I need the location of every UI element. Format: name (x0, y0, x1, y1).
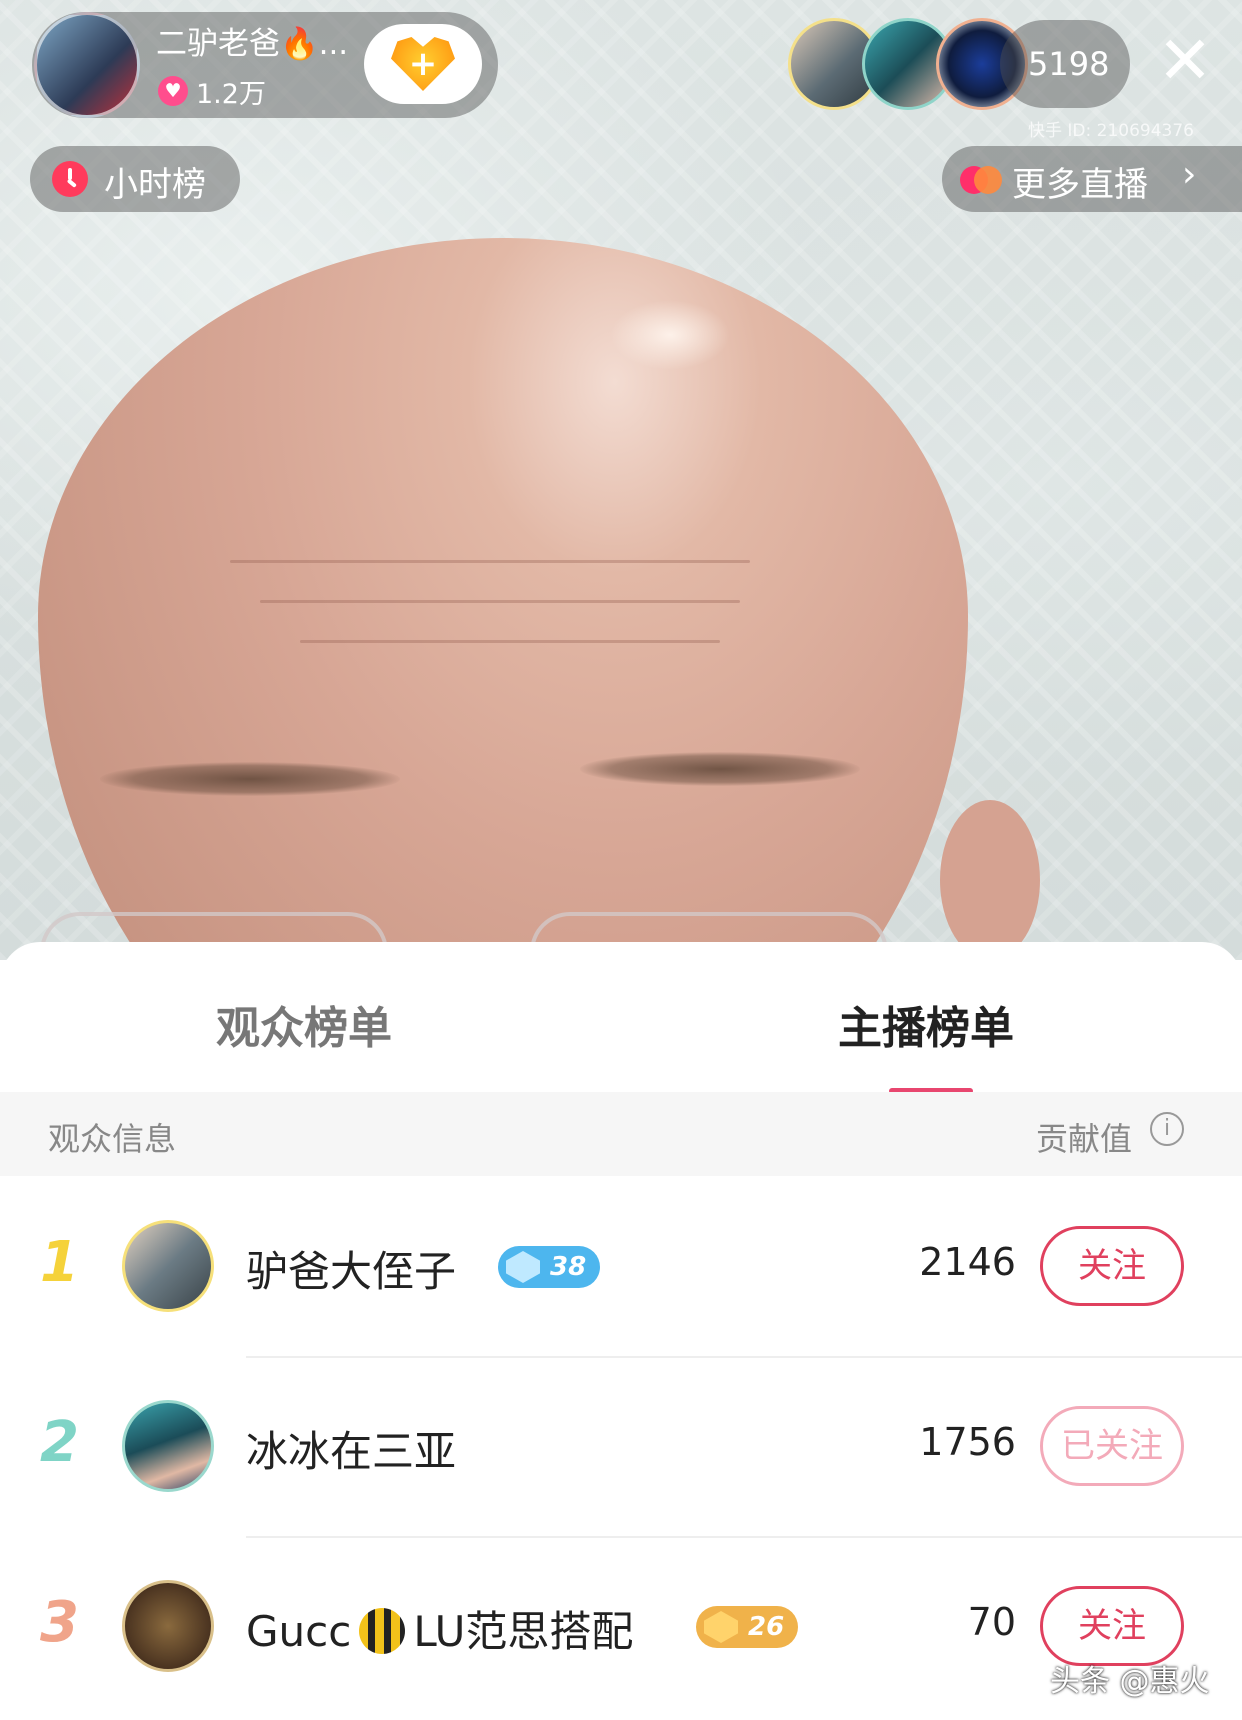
close-icon[interactable]: ✕ (1150, 26, 1220, 96)
left-eyebrow (100, 762, 400, 796)
anchor-likes: 1.2万 (196, 79, 266, 110)
cube-icon (704, 1611, 738, 1643)
streamer-head (38, 238, 968, 960)
forehead-wrinkle (260, 600, 740, 603)
more-live-label: 更多直播 (1012, 165, 1148, 205)
avatar[interactable] (122, 1580, 214, 1672)
hourly-rank-button[interactable]: 小时榜 (30, 146, 240, 212)
user-name-suffix: LU范思搭配 (413, 1607, 634, 1656)
list-header: 观众信息 贡献值 i (0, 1092, 1242, 1176)
bee-icon (359, 1608, 406, 1654)
contribution-score: 2146 (919, 1240, 1016, 1284)
user-name: 冰冰在三亚 (246, 1427, 457, 1476)
header-contribution: 贡献值 (1036, 1120, 1133, 1158)
ranking-sheet: 观众榜单 主播榜单 观众信息 贡献值 i 1 驴爸大侄子 38 2146 关注 … (0, 942, 1242, 1720)
follow-button[interactable]: 关注 (1040, 1586, 1184, 1666)
contribution-score: 1756 (919, 1420, 1016, 1464)
live-video (0, 0, 1242, 960)
plus-icon: + (408, 44, 438, 84)
more-live-button[interactable]: 更多直播 › (942, 146, 1242, 212)
user-name: 驴爸大侄子 (246, 1247, 457, 1296)
forehead-wrinkle (230, 560, 750, 563)
clock-icon (52, 161, 88, 197)
rank-number: 1 (40, 1230, 79, 1295)
tab-audience-ranking[interactable]: 观众榜单 (216, 992, 392, 1056)
header-viewer-info: 观众信息 (48, 1120, 177, 1158)
followed-button[interactable]: 已关注 (1040, 1406, 1184, 1486)
chevron-right-icon: › (1182, 154, 1197, 195)
forehead-wrinkle (300, 640, 720, 643)
live-icon (960, 166, 1002, 194)
ranking-row[interactable]: 1 驴爸大侄子 38 2146 关注 (0, 1176, 1242, 1356)
avatar[interactable] (122, 1400, 214, 1492)
rank-number: 3 (40, 1590, 79, 1655)
hourly-rank-label: 小时榜 (104, 165, 206, 205)
heart-icon: ♥ (158, 76, 188, 106)
watermark: 头条 @惠火 (1050, 1664, 1210, 1699)
avatar[interactable] (122, 1220, 214, 1312)
anchor-name: 二驴老爸🔥... (156, 26, 349, 62)
right-eyebrow (580, 752, 860, 786)
rank-number: 2 (40, 1410, 79, 1475)
tab-anchor-ranking[interactable]: 主播榜单 (838, 992, 1014, 1056)
anchor-avatar[interactable] (34, 12, 140, 118)
user-name-prefix: Gucc (246, 1607, 352, 1656)
level-badge: 38 (498, 1246, 601, 1288)
user-name: Gucc LU范思搭配 (246, 1598, 633, 1659)
info-icon[interactable]: i (1150, 1112, 1184, 1146)
diamond-icon (506, 1251, 540, 1283)
level-number: 38 (550, 1252, 587, 1282)
viewer-count[interactable]: 5198 (1000, 20, 1130, 108)
follow-button[interactable]: 关注 (1040, 1226, 1184, 1306)
level-badge: 26 (696, 1606, 799, 1648)
ranking-row[interactable]: 2 冰冰在三亚 1756 已关注 (0, 1356, 1242, 1536)
contribution-score: 70 (967, 1600, 1016, 1644)
winged-heart-plus-icon: + (391, 37, 455, 91)
head-highlight (610, 300, 730, 370)
streamer-ear (940, 800, 1040, 960)
follow-anchor-button[interactable]: + (364, 24, 482, 104)
level-number: 26 (748, 1612, 785, 1642)
kuaishou-id: 快手 ID: 210694376 (1028, 121, 1194, 141)
